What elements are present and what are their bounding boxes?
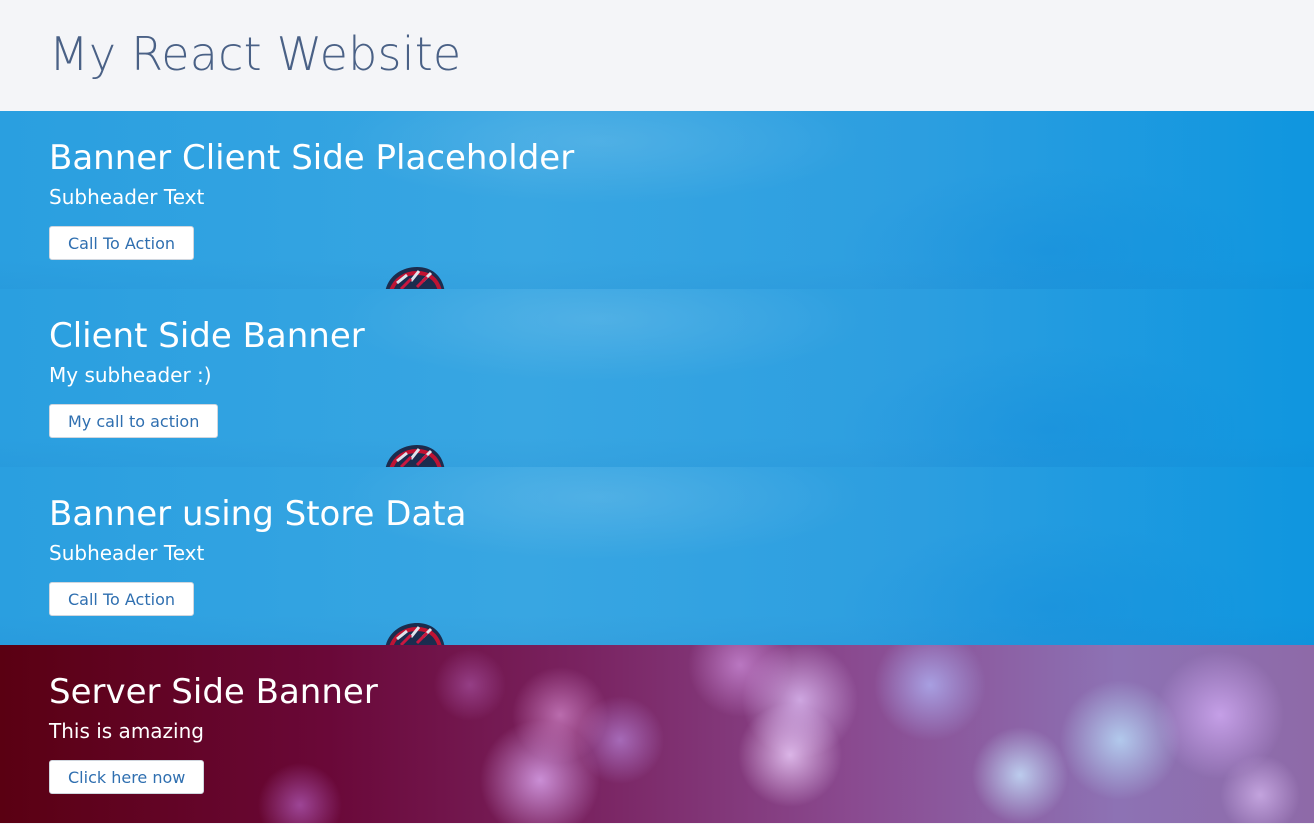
banner-title: Server Side Banner bbox=[49, 672, 378, 712]
click-here-now-button[interactable]: Click here now bbox=[49, 760, 205, 794]
banner-subtitle: This is amazing bbox=[49, 719, 204, 743]
banner-content: Banner Client Side Placeholder Subheader… bbox=[49, 138, 574, 260]
call-to-action-button[interactable]: My call to action bbox=[49, 404, 219, 438]
bicycle-helmet-icon bbox=[385, 267, 445, 289]
banner-subtitle: Subheader Text bbox=[49, 541, 205, 565]
call-to-action-button[interactable]: Call To Action bbox=[49, 582, 194, 616]
site-title: My React Website bbox=[49, 27, 462, 81]
banner-store-data: Banner using Store Data Subheader Text C… bbox=[0, 467, 1314, 645]
banner-title: Banner Client Side Placeholder bbox=[49, 138, 575, 178]
banner-server-side: Server Side Banner This is amazing Click… bbox=[0, 645, 1314, 823]
banner-content: Server Side Banner This is amazing Click… bbox=[49, 672, 378, 794]
site-header: My React Website bbox=[0, 0, 1314, 111]
banner-subtitle: Subheader Text bbox=[49, 185, 205, 209]
banner-content: Banner using Store Data Subheader Text C… bbox=[49, 494, 466, 616]
banner-content: Client Side Banner My subheader :) My ca… bbox=[49, 316, 365, 438]
banner-client-side: Client Side Banner My subheader :) My ca… bbox=[0, 289, 1314, 467]
banner-title: Client Side Banner bbox=[49, 316, 365, 356]
call-to-action-button[interactable]: Call To Action bbox=[49, 226, 194, 260]
bicycle-helmet-icon bbox=[385, 445, 445, 467]
banner-subtitle: My subheader :) bbox=[49, 363, 212, 387]
bicycle-helmet-icon bbox=[385, 623, 445, 645]
banner-title: Banner using Store Data bbox=[49, 494, 467, 534]
banner-client-side-placeholder: Banner Client Side Placeholder Subheader… bbox=[0, 111, 1314, 289]
